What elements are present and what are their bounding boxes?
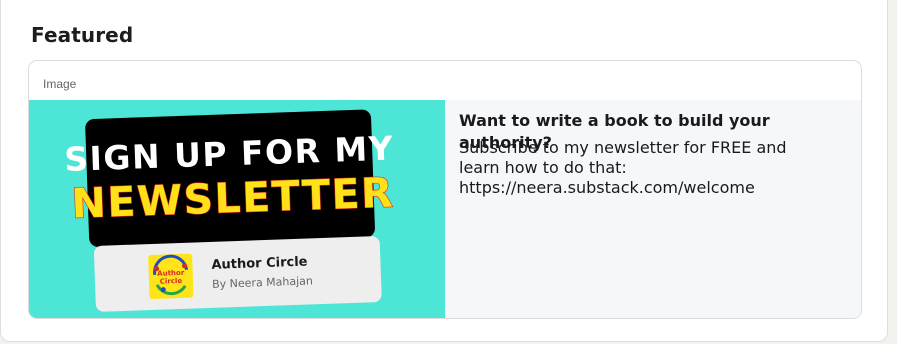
- section-title: Featured: [31, 23, 134, 47]
- featured-item-card[interactable]: Image SIGN UP FOR MY NEWSLETTER Author C…: [28, 60, 862, 319]
- item-type-label: Image: [43, 77, 77, 91]
- featured-description: Subscribe to my newsletter for FREE and …: [459, 138, 787, 197]
- featured-image[interactable]: SIGN UP FOR MY NEWSLETTER Author Circle …: [29, 100, 445, 318]
- newsletter-graphic: SIGN UP FOR MY NEWSLETTER Author Circle …: [64, 109, 395, 312]
- author-card: [93, 236, 382, 312]
- featured-content[interactable]: Want to write a book to build your autho…: [445, 100, 861, 318]
- author-circle-logo: Author Circle: [148, 253, 194, 299]
- logo-text-line2: Circle: [160, 277, 183, 286]
